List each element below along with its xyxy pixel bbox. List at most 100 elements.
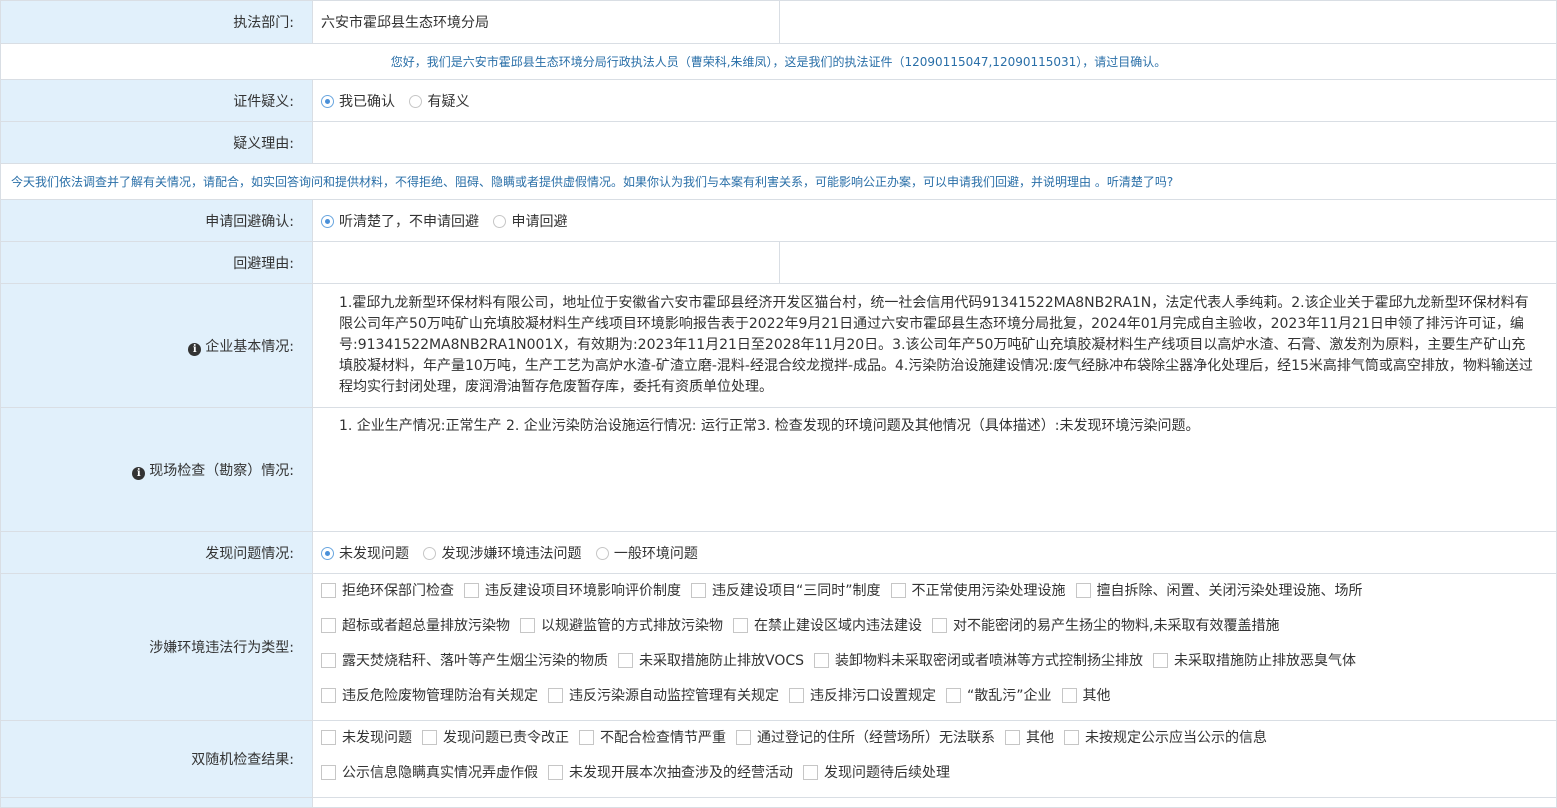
company-info-text[interactable]: 1.霍邱九龙新型环保材料有限公司，地址位于安徽省六安市霍邱县经济开发区猫台村，统… bbox=[312, 283, 1557, 408]
random-check-label: 双随机检查结果: bbox=[0, 720, 313, 798]
radio-dot[interactable] bbox=[409, 94, 423, 108]
radio-dot[interactable] bbox=[321, 214, 334, 228]
checkbox[interactable] bbox=[321, 618, 336, 633]
checkbox-option[interactable]: 其他 bbox=[1005, 727, 1054, 750]
checkbox-option[interactable]: 未采取措施防止排放恶臭气体 bbox=[1153, 650, 1356, 673]
checkbox-option[interactable]: 不正常使用污染处理设施 bbox=[890, 580, 1066, 603]
checkbox-label: 其他 bbox=[1026, 730, 1054, 746]
checkbox-option[interactable]: 装卸物料未采取密闭或者喷淋等方式控制扬尘排放 bbox=[814, 650, 1143, 673]
checkbox-option[interactable]: 未发现问题 bbox=[321, 727, 412, 750]
checkbox[interactable] bbox=[736, 730, 751, 745]
random-check-group: 未发现问题 发现问题已责令改正 不配合检查情节严重 通过登记的住所（经营场所）无法联系… bbox=[312, 720, 1557, 798]
checkbox-option[interactable]: 拒绝环保部门检查 bbox=[321, 580, 454, 603]
violation-checkbox-list: 拒绝环保部门检查 违反建设项目环境影响评价制度 违反建设项目“三同时”制度 不正常使用… bbox=[313, 574, 1556, 720]
radio-dot[interactable] bbox=[493, 214, 507, 228]
checkbox-option[interactable]: 违反建设项目环境影响评价制度 bbox=[464, 580, 681, 603]
checkbox-label: 发现问题待后续处理 bbox=[824, 765, 950, 781]
radio-cert-confirmed[interactable]: 我已确认 bbox=[321, 91, 395, 111]
avoid-reason-field[interactable] bbox=[312, 241, 780, 284]
checkbox-option[interactable]: 发现问题已责令改正 bbox=[422, 727, 569, 750]
info-circle-icon: i bbox=[132, 466, 146, 480]
radio-suspected-violation[interactable]: 发现涉嫌环境违法问题 bbox=[423, 543, 581, 563]
checkbox-label: 发现问题已责令改正 bbox=[443, 730, 569, 746]
checkbox[interactable] bbox=[520, 618, 535, 633]
checkbox[interactable] bbox=[814, 653, 830, 668]
checkbox-option[interactable]: 在禁止建设区域内违法建设 bbox=[733, 615, 922, 638]
doubt-reason-field[interactable] bbox=[312, 121, 1557, 164]
checkbox-label: 在禁止建设区域内违法建设 bbox=[754, 618, 922, 634]
checkbox[interactable] bbox=[548, 765, 563, 780]
checkbox-option[interactable]: 违反污染源自动监控管理有关规定 bbox=[548, 685, 779, 708]
checkbox[interactable] bbox=[321, 653, 336, 668]
checkbox[interactable] bbox=[321, 765, 336, 780]
checkbox-option[interactable]: 以规避监管的方式排放污染物 bbox=[520, 615, 723, 638]
checkbox[interactable] bbox=[733, 618, 748, 633]
checkbox[interactable] bbox=[1064, 730, 1079, 745]
checkbox-label: 违反危险废物管理防治有关规定 bbox=[342, 688, 538, 704]
checkbox[interactable] bbox=[321, 688, 336, 703]
checkbox[interactable] bbox=[1061, 688, 1077, 703]
checkbox-option[interactable]: 不配合检查情节严重 bbox=[579, 727, 726, 750]
checkbox[interactable] bbox=[803, 765, 818, 780]
checkbox[interactable] bbox=[1005, 730, 1020, 745]
checkbox[interactable] bbox=[1075, 583, 1091, 598]
radio-no-problem[interactable]: 未发现问题 bbox=[321, 543, 409, 563]
radio-cert-doubt[interactable]: 有疑义 bbox=[409, 91, 469, 111]
checkbox-option[interactable]: 超标或者超总量排放污染物 bbox=[321, 615, 510, 638]
random-checkbox-list: 未发现问题 发现问题已责令改正 不配合检查情节严重 通过登记的住所（经营场所）无法联系… bbox=[313, 721, 1556, 797]
checkbox[interactable] bbox=[789, 688, 804, 703]
checkbox[interactable] bbox=[1153, 653, 1169, 668]
radio-dot[interactable] bbox=[321, 546, 334, 560]
checkbox-label: 对不能密闭的易产生扬尘的物料,未采取有效覆盖措施 bbox=[953, 618, 1280, 634]
checkbox-option[interactable]: 对不能密闭的易产生扬尘的物料,未采取有效覆盖措施 bbox=[932, 615, 1279, 638]
checkbox-label: 未采取措施防止排放恶臭气体 bbox=[1174, 653, 1357, 669]
checkbox-label: 不配合检查情节严重 bbox=[600, 730, 726, 746]
checkbox[interactable] bbox=[691, 583, 706, 598]
checkbox-option[interactable]: 未采取措施防止排放VOCS bbox=[618, 650, 804, 673]
checkbox-option[interactable]: 违反危险废物管理防治有关规定 bbox=[321, 685, 538, 708]
checkbox[interactable] bbox=[618, 653, 633, 668]
checkbox-option[interactable]: 其他 bbox=[1061, 685, 1111, 708]
problems-label: 发现问题情况: bbox=[0, 531, 313, 574]
checkbox-label: 未按规定公示应当公示的信息 bbox=[1085, 730, 1267, 746]
radio-no-avoid[interactable]: 听清楚了，不申请回避 bbox=[321, 211, 479, 231]
checkbox-option[interactable]: 未按规定公示应当公示的信息 bbox=[1064, 727, 1267, 750]
checkbox-option[interactable]: 违反建设项目“三同时”制度 bbox=[691, 580, 881, 603]
checkbox-option[interactable]: 通过登记的住所（经营场所）无法联系 bbox=[736, 727, 995, 750]
checkbox[interactable] bbox=[548, 688, 563, 703]
avoidance-notice: 今天我们依法调查并了解有关情况，请配合，如实回答询问和提供材料，不得拒绝、阻碍、… bbox=[0, 163, 1557, 200]
checkbox[interactable] bbox=[321, 730, 336, 745]
checkbox-option[interactable]: 未发现开展本次抽查涉及的经营活动 bbox=[548, 762, 793, 785]
checkbox-label: 不正常使用污染处理设施 bbox=[911, 583, 1066, 599]
violation-type-group: 拒绝环保部门检查 违反建设项目环境影响评价制度 违反建设项目“三同时”制度 不正常使用… bbox=[312, 573, 1557, 721]
checkbox[interactable] bbox=[464, 583, 479, 598]
checkbox-option[interactable]: 公示信息隐瞒真实情况弄虚作假 bbox=[321, 762, 538, 785]
checkbox-label: 其他 bbox=[1082, 688, 1111, 704]
radio-dot[interactable] bbox=[423, 546, 437, 560]
identity-notice: 您好，我们是六安市霍邱县生态环境分局行政执法人员（曹荣科,朱维凤），这是我们的执… bbox=[0, 43, 1557, 80]
inspection-text[interactable]: 1. 企业生产情况:正常生产 2. 企业污染防治设施运行情况: 运行正常3. 检… bbox=[312, 407, 1557, 532]
radio-dot[interactable] bbox=[595, 546, 609, 560]
checkbox[interactable] bbox=[890, 583, 906, 598]
checkbox[interactable] bbox=[579, 730, 594, 745]
checkbox[interactable] bbox=[422, 730, 437, 745]
checkbox-option[interactable]: “散乱污”企业 bbox=[946, 685, 1052, 708]
avoid-confirm-radio-group: 听清楚了，不申请回避 申请回避 bbox=[312, 199, 1557, 242]
checkbox-option[interactable]: 违反排污口设置规定 bbox=[789, 685, 936, 708]
radio-general-problem[interactable]: 一般环境问题 bbox=[595, 543, 698, 563]
avoid-reason-label: 回避理由: bbox=[0, 241, 313, 284]
checkbox[interactable] bbox=[932, 618, 947, 633]
checkbox-option[interactable]: 发现问题待后续处理 bbox=[803, 762, 950, 785]
checkbox-label: 未发现问题 bbox=[342, 730, 412, 746]
checkbox[interactable] bbox=[321, 583, 336, 598]
radio-dot[interactable] bbox=[321, 94, 334, 108]
checkbox-option[interactable]: 擅自拆除、闲置、关闭污染处理设施、场所 bbox=[1075, 580, 1363, 603]
checkbox-label: 违反建设项目“三同时”制度 bbox=[712, 583, 881, 599]
checkbox-option[interactable]: 露天焚烧秸秆、落叶等产生烟尘污染的物质 bbox=[321, 650, 608, 673]
radio-apply-avoid[interactable]: 申请回避 bbox=[493, 211, 567, 231]
info-circle-icon: i bbox=[188, 342, 202, 356]
dept-label: 执法部门: bbox=[0, 0, 313, 44]
checkbox-label: 装卸物料未采取密闭或者喷淋等方式控制扬尘排放 bbox=[835, 653, 1144, 669]
checkbox-label: 未采取措施防止排放VOCS bbox=[639, 653, 805, 669]
checkbox[interactable] bbox=[946, 688, 961, 703]
